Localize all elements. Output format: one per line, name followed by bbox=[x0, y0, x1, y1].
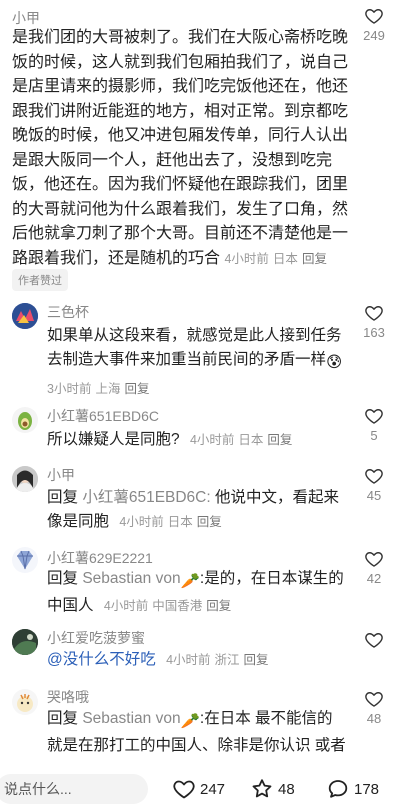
mention-link[interactable]: @没什么不好吃 bbox=[47, 651, 156, 668]
comments-button[interactable]: 178 bbox=[326, 777, 379, 801]
comment-author[interactable]: 小甲 bbox=[12, 8, 40, 28]
reply-button[interactable]: 回复 bbox=[302, 252, 327, 266]
reply-meta: 4小时前 日本 回复 bbox=[190, 433, 296, 447]
reply-author[interactable]: 小红爱吃菠萝蜜 bbox=[47, 628, 145, 648]
reply-button[interactable]: 回复 bbox=[206, 599, 231, 613]
carrot-emoji: 🥕 bbox=[180, 573, 200, 590]
like-count: 42 bbox=[366, 571, 382, 586]
reply-location: 日本 bbox=[167, 515, 193, 529]
like-area[interactable] bbox=[354, 630, 394, 650]
like-area[interactable]: 5 bbox=[354, 406, 394, 443]
comment-count: 178 bbox=[354, 780, 380, 798]
reply-location: 上海 bbox=[95, 382, 121, 396]
reply-text: 所以嫌疑人是同胞? 4小时前 日本 回复 bbox=[47, 428, 347, 452]
heart-icon bbox=[173, 780, 195, 799]
like-area[interactable]: 42 bbox=[354, 549, 394, 586]
avatar[interactable] bbox=[12, 407, 38, 433]
reply-button[interactable]: 回复 bbox=[197, 515, 222, 529]
reply-target-user[interactable]: 小红薯651EBD6C: bbox=[82, 489, 210, 506]
heart-icon[interactable] bbox=[364, 6, 384, 26]
comment-text: 是我们团的大哥被刺了。我们在大阪心斋桥吃晚饭的时候，这人就到我们包厢拍我们了，说… bbox=[12, 26, 352, 271]
carrot-emoji: 🥕 bbox=[180, 713, 200, 730]
avatar[interactable] bbox=[12, 303, 38, 329]
comment-input[interactable]: 说点什么... bbox=[0, 774, 148, 804]
like-area[interactable]: 249 bbox=[354, 6, 394, 43]
reply-location: 浙江 bbox=[214, 653, 240, 667]
reply-prefix: 回复 bbox=[47, 710, 79, 727]
heart-icon[interactable] bbox=[364, 630, 384, 650]
heart-icon[interactable] bbox=[364, 303, 384, 323]
heart-icon[interactable] bbox=[364, 689, 384, 709]
reply-location: 中国香港 bbox=[152, 599, 203, 613]
heart-icon[interactable] bbox=[364, 549, 384, 569]
like-count: 5 bbox=[370, 428, 378, 443]
reply-time: 4小时前 bbox=[119, 515, 164, 529]
heart-icon[interactable] bbox=[364, 466, 384, 486]
reply-meta: 4小时前 浙江 回复 bbox=[166, 653, 272, 667]
like-count: 48 bbox=[366, 711, 382, 726]
reply-meta: 4小时前 中国香港 回复 bbox=[104, 599, 235, 613]
reply-author[interactable]: 哭咯哦 bbox=[47, 687, 89, 707]
reply-location: 日本 bbox=[238, 433, 264, 447]
reply-time: 4小时前 bbox=[103, 599, 149, 613]
reply-text: 回复 小红薯651EBD6C: 他说中文，看起来像是同胞 4小时前 日本 回复 bbox=[47, 486, 347, 534]
reply-text-content: 所以嫌疑人是同胞? bbox=[47, 431, 180, 448]
heart-icon[interactable] bbox=[364, 406, 384, 426]
comment-time: 4小时前 bbox=[224, 251, 269, 266]
like-area[interactable]: 163 bbox=[354, 303, 394, 340]
reply-meta: 3小时前 上海 回复 bbox=[47, 377, 347, 401]
reply-text: 回复 Sebastian von🥕:在日本 最不能信的就是在那打工的中国人、除非… bbox=[47, 707, 347, 758]
like-area[interactable]: 48 bbox=[354, 689, 394, 726]
reply-time: 4小时前 bbox=[189, 433, 235, 447]
favorite-count: 48 bbox=[278, 780, 295, 798]
avatar[interactable] bbox=[12, 547, 38, 573]
reply-prefix: 回复 bbox=[47, 570, 79, 587]
reply-author[interactable]: 小甲 bbox=[47, 465, 75, 485]
like-area[interactable]: 45 bbox=[354, 466, 394, 503]
like-count: 249 bbox=[363, 28, 385, 43]
avatar[interactable] bbox=[12, 689, 38, 715]
favorite-button[interactable]: 48 bbox=[250, 777, 295, 801]
like-post-button[interactable]: 247 bbox=[172, 777, 225, 801]
reply-time: 3小时前 bbox=[47, 382, 92, 396]
comment-text-content: 是我们团的大哥被刺了。我们在大阪心斋桥吃晚饭的时候，这人就到我们包厢拍我们了，说… bbox=[12, 29, 349, 267]
post-like-count: 247 bbox=[200, 780, 226, 798]
like-count: 45 bbox=[366, 488, 382, 503]
reply-button[interactable]: 回复 bbox=[244, 653, 269, 667]
reply-time: 4小时前 bbox=[166, 653, 211, 667]
reply-author[interactable]: 三色杯 bbox=[47, 302, 89, 322]
reply-text: 回复 Sebastian von🥕:是的，在日本谋生的中国人 4小时前 中国香港回… bbox=[47, 567, 347, 618]
reply-button[interactable]: 回复 bbox=[267, 433, 292, 447]
reply-text: 如果单从这段来看，就感觉是此人接到任务去制造大事件来加重当前民间的矛盾一样😰 3… bbox=[47, 324, 347, 401]
reply-target-user[interactable]: Sebastian von bbox=[82, 710, 180, 727]
reply-text-content: 如果单从这段来看，就感觉是此人接到任务去制造大事件来加重当前民间的矛盾一样 bbox=[47, 327, 342, 368]
reply-text: @没什么不好吃 4小时前 浙江 回复 bbox=[47, 648, 347, 672]
avatar[interactable] bbox=[12, 466, 38, 492]
author-liked-badge: 作者赞过 bbox=[12, 269, 68, 291]
comment-location: 日本 bbox=[272, 251, 298, 266]
comment-feed: 小甲 249 是我们团的大哥被刺了。我们在大阪心斋桥吃晚饭的时候，这人就到我们包… bbox=[0, 0, 400, 770]
fearful-face-emoji: 😰 bbox=[326, 354, 343, 371]
avatar[interactable] bbox=[12, 629, 38, 655]
like-count: 163 bbox=[363, 325, 385, 340]
reply-button[interactable]: 回复 bbox=[124, 382, 149, 396]
comment-bubble-icon bbox=[328, 780, 348, 798]
comment-meta: 4小时前 日本 回复 bbox=[224, 252, 330, 266]
reply-meta: 4小时前 日本 回复 bbox=[119, 515, 225, 529]
bottom-bar: 说点什么... 247 48 178 bbox=[0, 770, 400, 807]
reply-prefix: 回复 bbox=[47, 489, 79, 506]
reply-author[interactable]: 小红薯651EBD6C bbox=[47, 406, 159, 426]
reply-author[interactable]: 小红薯629E2221 bbox=[47, 548, 153, 568]
star-icon bbox=[252, 779, 272, 798]
reply-target-user[interactable]: Sebastian von bbox=[82, 570, 180, 587]
